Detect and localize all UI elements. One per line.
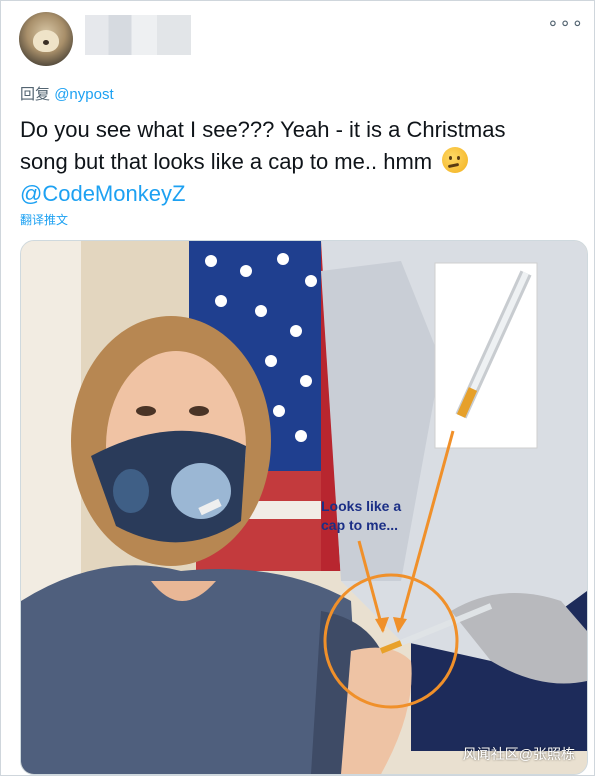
tweet-card: ∘∘∘ 回复 @nypost Do you see what I see??? … bbox=[0, 0, 595, 776]
translate-tweet-link[interactable]: 翻译推文 bbox=[20, 211, 68, 228]
redacted-username bbox=[85, 15, 191, 55]
reply-context: 回复 @nypost bbox=[20, 83, 114, 104]
mention-link[interactable]: @CodeMonkeyZ bbox=[20, 181, 185, 206]
photo-illustration bbox=[21, 241, 587, 774]
thinking-face-icon bbox=[442, 147, 469, 173]
tweet-image[interactable]: Looks like a cap to me... 风闻社区@张照栋 bbox=[20, 240, 588, 775]
more-horizontal-icon[interactable]: ∘∘∘ bbox=[547, 13, 584, 34]
annotation-line-1: Looks like a bbox=[321, 498, 402, 514]
tweet-text: Do you see what I see??? Yeah - it is a … bbox=[20, 114, 580, 210]
watermark: 风闻社区@张照栋 bbox=[462, 746, 575, 762]
reply-handle-link[interactable]: @nypost bbox=[54, 86, 113, 103]
tweet-line-1: Do you see what I see??? Yeah - it is a … bbox=[20, 117, 506, 142]
dog-avatar-image bbox=[33, 30, 59, 52]
user-avatar[interactable] bbox=[19, 12, 73, 66]
annotation-text: Looks like a cap to me... bbox=[321, 497, 431, 535]
tweet-line-2: song but that looks like a cap to me.. h… bbox=[20, 149, 433, 174]
annotation-line-2: cap to me... bbox=[321, 517, 399, 533]
reply-prefix: 回复 bbox=[20, 86, 51, 103]
